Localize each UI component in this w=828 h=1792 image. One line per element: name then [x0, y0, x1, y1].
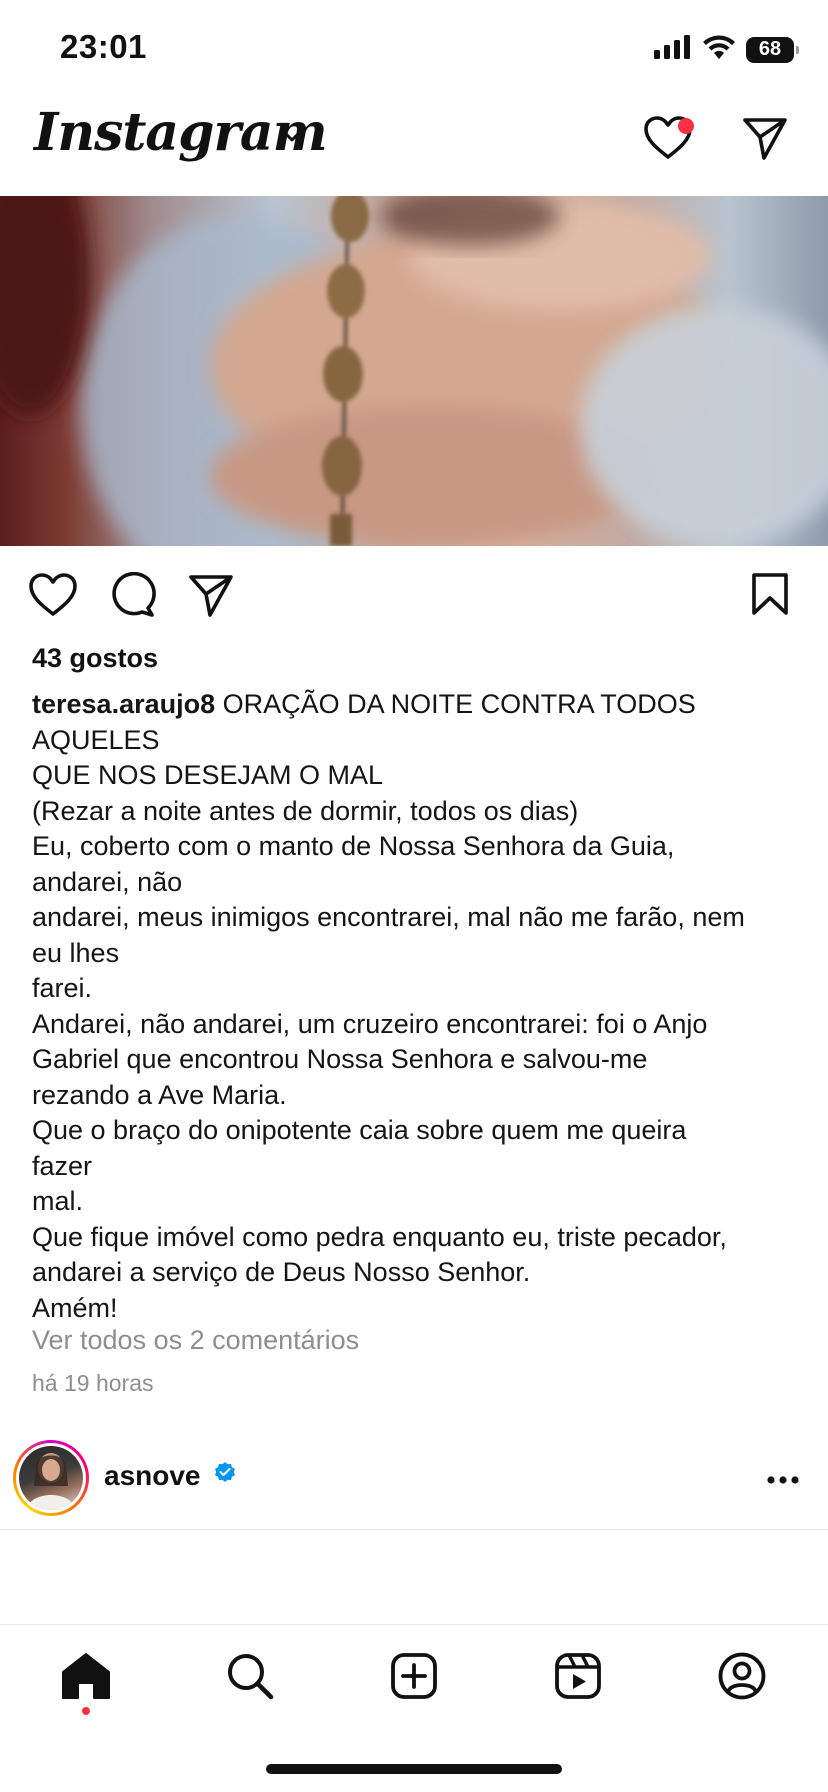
story-ring[interactable]: [13, 1440, 89, 1516]
send-icon[interactable]: [742, 117, 788, 166]
divider: [0, 1529, 828, 1530]
caption-line: Andarei, não andarei, um cruzeiro encont…: [32, 1008, 708, 1039]
avatar-border: [16, 1443, 86, 1513]
more-icon[interactable]: [766, 1472, 800, 1490]
active-indicator-dot: [82, 1707, 90, 1715]
nav-profile[interactable]: [712, 1648, 772, 1708]
next-post-user[interactable]: asnove: [104, 1460, 237, 1492]
home-icon: [61, 1652, 111, 1705]
verified-badge-icon: [213, 1460, 237, 1492]
caption-line: fazer: [32, 1150, 93, 1181]
chevron-down-icon[interactable]: [280, 128, 304, 149]
status-time: 23:01: [60, 28, 147, 65]
post-image[interactable]: [0, 196, 828, 546]
nav-search[interactable]: [220, 1648, 280, 1708]
battery-icon: 68: [746, 36, 799, 63]
post-caption: teresa.araujo8 ORAÇÃO DA NOITE CONTRA TO…: [32, 687, 802, 1326]
caption-first-line: ORAÇÃO DA NOITE CONTRA TODOS: [222, 689, 696, 719]
caption-line: Eu, coberto com o manto de Nossa Senhora…: [32, 831, 675, 861]
caption-line: Que o braço do onipotente caia sobre que…: [32, 1115, 687, 1145]
next-post-username[interactable]: asnove: [104, 1460, 201, 1492]
heart-icon[interactable]: [28, 572, 78, 623]
divider: [0, 1624, 828, 1625]
view-comments-link[interactable]: Ver todos os 2 comentários: [32, 1325, 359, 1356]
caption-line: andarei, não: [32, 866, 183, 897]
post-timestamp: há 19 horas: [32, 1370, 154, 1396]
comment-icon[interactable]: [108, 571, 156, 623]
cellular-signal-icon: [654, 35, 692, 64]
avatar-photo: [27, 1453, 75, 1510]
profile-icon: [718, 1652, 766, 1705]
caption-username[interactable]: teresa.araujo8: [32, 689, 215, 719]
bookmark-icon[interactable]: [751, 572, 789, 621]
caption-line: eu lhes: [32, 937, 120, 968]
status-icons: 68: [654, 34, 799, 65]
caption-line: farei.: [32, 973, 93, 1003]
create-icon: [390, 1652, 438, 1705]
caption-line: AQUELES: [32, 724, 160, 755]
search-icon: [226, 1652, 274, 1705]
likes-count[interactable]: 43 gostos: [32, 643, 158, 674]
caption-line: teresa.araujo8 ORAÇÃO DA NOITE CONTRA TO…: [32, 687, 802, 723]
wifi-icon: [702, 34, 736, 65]
nav-create[interactable]: [384, 1648, 444, 1708]
home-indicator[interactable]: [266, 1764, 562, 1774]
caption-line: andarei, meus inimigos encontrarei, mal …: [32, 902, 745, 932]
caption-line: Amém!: [32, 1292, 118, 1323]
caption-line: andarei a serviço de Deus Nosso Senhor.: [32, 1257, 531, 1287]
caption-line: QUE NOS DESEJAM O MAL: [32, 760, 384, 790]
caption-line: rezando a Ave Maria.: [32, 1079, 287, 1110]
nav-reels[interactable]: [548, 1648, 608, 1708]
avatar[interactable]: [19, 1446, 83, 1510]
share-icon[interactable]: [188, 574, 234, 623]
caption-line: mal.: [32, 1186, 84, 1216]
battery-level: 68: [758, 38, 782, 60]
nav-home[interactable]: [56, 1648, 116, 1708]
caption-line: Que fique imóvel como pedra enquanto eu,…: [32, 1221, 727, 1252]
caption-line: (Rezar a noite antes de dormir, todos os…: [32, 795, 579, 826]
rosary-photo: [0, 196, 828, 546]
reels-icon: [554, 1652, 602, 1705]
caption-line: Gabriel que encontrou Nossa Senhora e sa…: [32, 1044, 648, 1074]
notification-dot: [678, 118, 694, 134]
